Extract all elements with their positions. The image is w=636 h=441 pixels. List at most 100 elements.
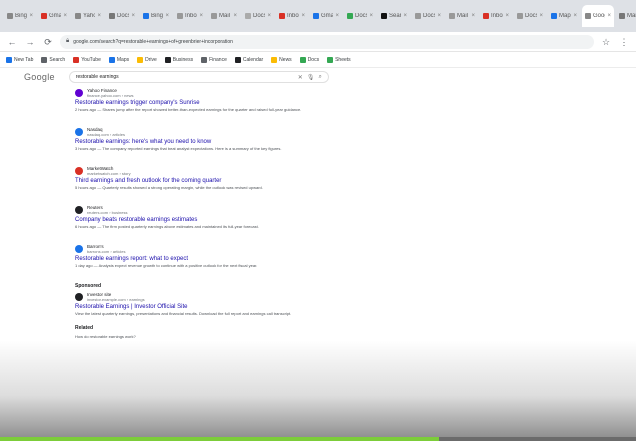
search-result: Reuters reuters.com › business Company bea… bbox=[75, 205, 375, 230]
browser-tab[interactable]: Docs × bbox=[514, 5, 546, 27]
result-snippet: 3 hours ago — The company reported earni… bbox=[75, 146, 282, 151]
bookmark-item[interactable]: Finance bbox=[201, 56, 227, 63]
result-source[interactable]: Nasdaq nasdaq.com › articles bbox=[75, 127, 375, 137]
result-title-link[interactable]: Restorable earnings report: what to expe… bbox=[75, 256, 375, 262]
result-url: marketwatch.com › story bbox=[87, 171, 131, 176]
tab-favicon-icon bbox=[143, 13, 149, 19]
tab-favicon-icon bbox=[211, 13, 217, 19]
browser-tab[interactable]: Bing × bbox=[140, 5, 172, 27]
close-tab-icon[interactable]: × bbox=[539, 13, 543, 19]
browser-tab[interactable]: Docs × bbox=[412, 5, 444, 27]
bookmark-item[interactable]: Calendar bbox=[234, 56, 263, 63]
result-source[interactable]: Reuters reuters.com › business bbox=[75, 205, 375, 215]
browser-tab[interactable]: Docs × bbox=[242, 5, 274, 27]
bookmark-favicon-icon bbox=[327, 56, 334, 63]
tab-favicon-icon bbox=[619, 13, 625, 19]
search-box[interactable]: restorable earnings ✕ 🎙︎ ⌕ bbox=[68, 71, 329, 83]
result-source[interactable]: Yahoo Finance finance.yahoo.com › news bbox=[75, 88, 375, 98]
close-tab-icon[interactable]: × bbox=[573, 13, 577, 19]
bookmark-item[interactable]: Search bbox=[41, 56, 66, 63]
browser-tab[interactable]: Mail× bbox=[446, 5, 478, 27]
bookmark-item[interactable]: Business bbox=[164, 56, 193, 63]
bookmark-label: Maps bbox=[116, 56, 130, 63]
tab-favicon-icon bbox=[415, 13, 421, 19]
browser-tab[interactable]: Search× bbox=[378, 5, 410, 27]
result-snippet: View the latest quarterly earnings, pres… bbox=[75, 311, 292, 316]
result-snippet: 2 hours ago — Shares jump after the repo… bbox=[75, 107, 302, 112]
close-tab-icon[interactable]: × bbox=[199, 13, 203, 19]
site-favicon-icon bbox=[75, 245, 83, 253]
bookmark-item[interactable]: Docs bbox=[299, 56, 319, 63]
browser-tab[interactable]: Maps× bbox=[548, 5, 580, 27]
close-tab-icon[interactable]: × bbox=[369, 13, 373, 19]
close-tab-icon[interactable]: × bbox=[131, 13, 135, 19]
reload-icon[interactable]: ⟳ bbox=[42, 36, 54, 48]
bookmark-favicon-icon bbox=[41, 56, 48, 63]
forward-icon[interactable]: → bbox=[24, 36, 36, 48]
close-tab-icon[interactable]: × bbox=[267, 13, 271, 19]
close-tab-icon[interactable]: × bbox=[505, 13, 509, 19]
sponsored-label: Sponsored bbox=[75, 283, 102, 289]
browser-tab[interactable]: Mail× bbox=[616, 5, 636, 27]
browser-tab[interactable]: Docs × bbox=[344, 5, 376, 27]
bookmark-label: Finance bbox=[209, 56, 227, 63]
result-title-link[interactable]: Restorable Earnings | Investor Official … bbox=[75, 304, 375, 310]
bookmark-item[interactable]: Drive bbox=[137, 56, 157, 63]
close-tab-icon[interactable]: × bbox=[471, 13, 475, 19]
close-icon[interactable]: ✕ bbox=[298, 74, 303, 81]
search-icon[interactable]: ⌕ bbox=[318, 74, 321, 81]
result-source[interactable]: Investor site investor.example.com › earn… bbox=[75, 292, 375, 302]
mic-icon[interactable]: 🎙︎ bbox=[307, 74, 315, 81]
close-tab-icon[interactable]: × bbox=[607, 13, 611, 19]
result-title-link[interactable]: Company beats restorable earnings estima… bbox=[75, 217, 375, 223]
bookmark-favicon-icon bbox=[299, 56, 306, 63]
result-title-link[interactable]: Third earnings and fresh outlook for the… bbox=[75, 178, 375, 184]
result-title-link[interactable]: Restorable earnings: here's what you nee… bbox=[75, 139, 375, 145]
address-bar[interactable]: 🔒︎ google.com/search?q=restorable+earnin… bbox=[60, 34, 594, 49]
tab-bar: Bing×Gmail×Yahoo×Docs×Bing×Inbox×Mail×Do… bbox=[0, 0, 636, 32]
result-source[interactable]: MarketWatch marketwatch.com › story bbox=[75, 166, 375, 176]
browser-tab[interactable]: Yahoo× bbox=[72, 5, 104, 27]
browser-tab[interactable]: Gmail× bbox=[38, 5, 70, 27]
browser-tab[interactable]: Bing × bbox=[4, 5, 36, 27]
bookmark-item[interactable]: News bbox=[271, 56, 292, 63]
google-logo[interactable]: Google bbox=[24, 72, 55, 82]
close-tab-icon[interactable]: × bbox=[29, 13, 33, 19]
back-icon[interactable]: ← bbox=[6, 36, 18, 48]
star-icon[interactable]: ☆ bbox=[600, 36, 612, 48]
search-results: Yahoo Finance finance.yahoo.com › news Res… bbox=[75, 88, 375, 340]
result-title-link[interactable]: Restorable earnings trigger company's Su… bbox=[75, 100, 375, 106]
close-tab-icon[interactable]: × bbox=[437, 13, 441, 19]
bookmark-item[interactable]: Maps bbox=[108, 56, 130, 63]
bookmark-label: Search bbox=[49, 56, 66, 63]
close-tab-icon[interactable]: × bbox=[165, 13, 169, 19]
browser-tab[interactable]: Inbox× bbox=[174, 5, 206, 27]
tab-favicon-icon bbox=[585, 13, 591, 19]
video-progress-bar[interactable] bbox=[0, 437, 636, 441]
close-tab-icon[interactable]: × bbox=[301, 13, 305, 19]
browser-tab[interactable]: Google× bbox=[582, 5, 614, 27]
result-url: reuters.com › business bbox=[87, 210, 128, 215]
bookmark-item[interactable]: New Tab bbox=[6, 56, 33, 63]
close-tab-icon[interactable]: × bbox=[63, 13, 67, 19]
browser-tab[interactable]: Docs × bbox=[106, 5, 138, 27]
site-favicon-icon bbox=[75, 128, 83, 136]
bookmark-item[interactable]: YouTube bbox=[73, 56, 101, 63]
close-tab-icon[interactable]: × bbox=[97, 13, 101, 19]
tab-favicon-icon bbox=[483, 13, 489, 19]
menu-icon[interactable]: ⋮ bbox=[618, 36, 630, 48]
bookmark-item[interactable]: Sheets bbox=[327, 56, 351, 63]
search-input[interactable]: restorable earnings bbox=[76, 74, 294, 80]
browser-tab[interactable]: Inbox× bbox=[276, 5, 308, 27]
close-tab-icon[interactable]: × bbox=[403, 13, 407, 19]
close-tab-icon[interactable]: × bbox=[335, 13, 339, 19]
close-tab-icon[interactable]: × bbox=[233, 13, 237, 19]
tab-favicon-icon bbox=[347, 13, 353, 19]
browser-tab[interactable]: Mail× bbox=[208, 5, 240, 27]
related-question[interactable]: How do restorable earnings work? bbox=[75, 334, 315, 340]
browser-tab[interactable]: Inbox× bbox=[480, 5, 512, 27]
tab-favicon-icon bbox=[313, 13, 319, 19]
browser-tab[interactable]: Gmail× bbox=[310, 5, 342, 27]
result-source[interactable]: Barron's barrons.com › articles bbox=[75, 244, 375, 254]
video-progress-fill bbox=[0, 437, 439, 441]
